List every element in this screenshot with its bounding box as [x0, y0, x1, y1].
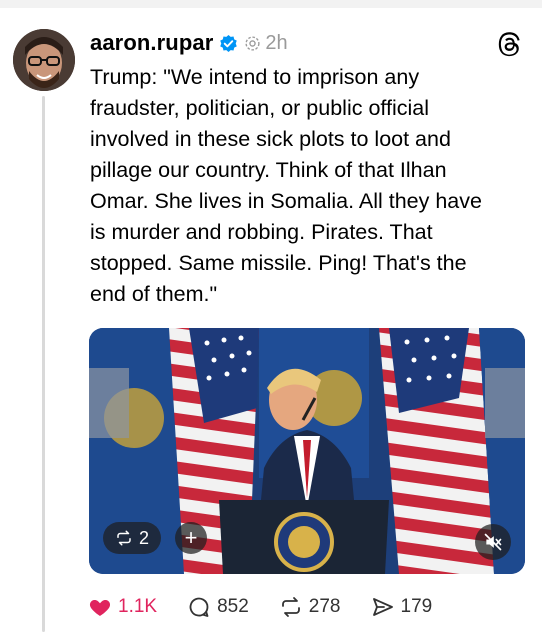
- plus-icon: +: [184, 525, 198, 550]
- verified-icon: [220, 34, 238, 52]
- thread-line: [42, 96, 45, 632]
- post-header: aaron.rupar 2h: [90, 25, 522, 61]
- media-add-button[interactable]: +: [175, 522, 207, 554]
- repost-button[interactable]: 278: [279, 595, 341, 619]
- reply-button[interactable]: 852: [187, 595, 249, 619]
- reply-count: 852: [217, 596, 249, 617]
- mute-icon: [484, 533, 502, 551]
- repost-icon: [117, 530, 131, 546]
- reply-icon: [189, 597, 209, 617]
- post-video[interactable]: 2 +: [89, 328, 525, 574]
- like-button[interactable]: 1.1K: [88, 595, 157, 619]
- heart-icon: [89, 600, 111, 616]
- share-icon: [372, 598, 393, 616]
- username[interactable]: aaron.rupar: [90, 30, 213, 56]
- avatar[interactable]: [13, 29, 75, 91]
- action-bar: 1.1K 852 278 179: [88, 590, 462, 624]
- share-count: 179: [400, 596, 433, 617]
- media-repost-count: 2: [139, 527, 150, 548]
- share-button[interactable]: 179: [371, 595, 433, 619]
- top-divider: [0, 0, 542, 8]
- repost-icon: [281, 597, 300, 617]
- repost-count: 278: [308, 596, 341, 617]
- timestamp: 2h: [265, 31, 288, 54]
- post-text: Trump: "We intend to imprison any frauds…: [90, 65, 482, 306]
- media-repost-button[interactable]: 2: [103, 522, 162, 554]
- like-count: 1.1K: [118, 596, 158, 617]
- threads-logo-icon[interactable]: [496, 31, 522, 57]
- avatar-image: [13, 29, 75, 91]
- dot-separator-icon: [245, 35, 260, 51]
- mute-button[interactable]: [475, 524, 511, 560]
